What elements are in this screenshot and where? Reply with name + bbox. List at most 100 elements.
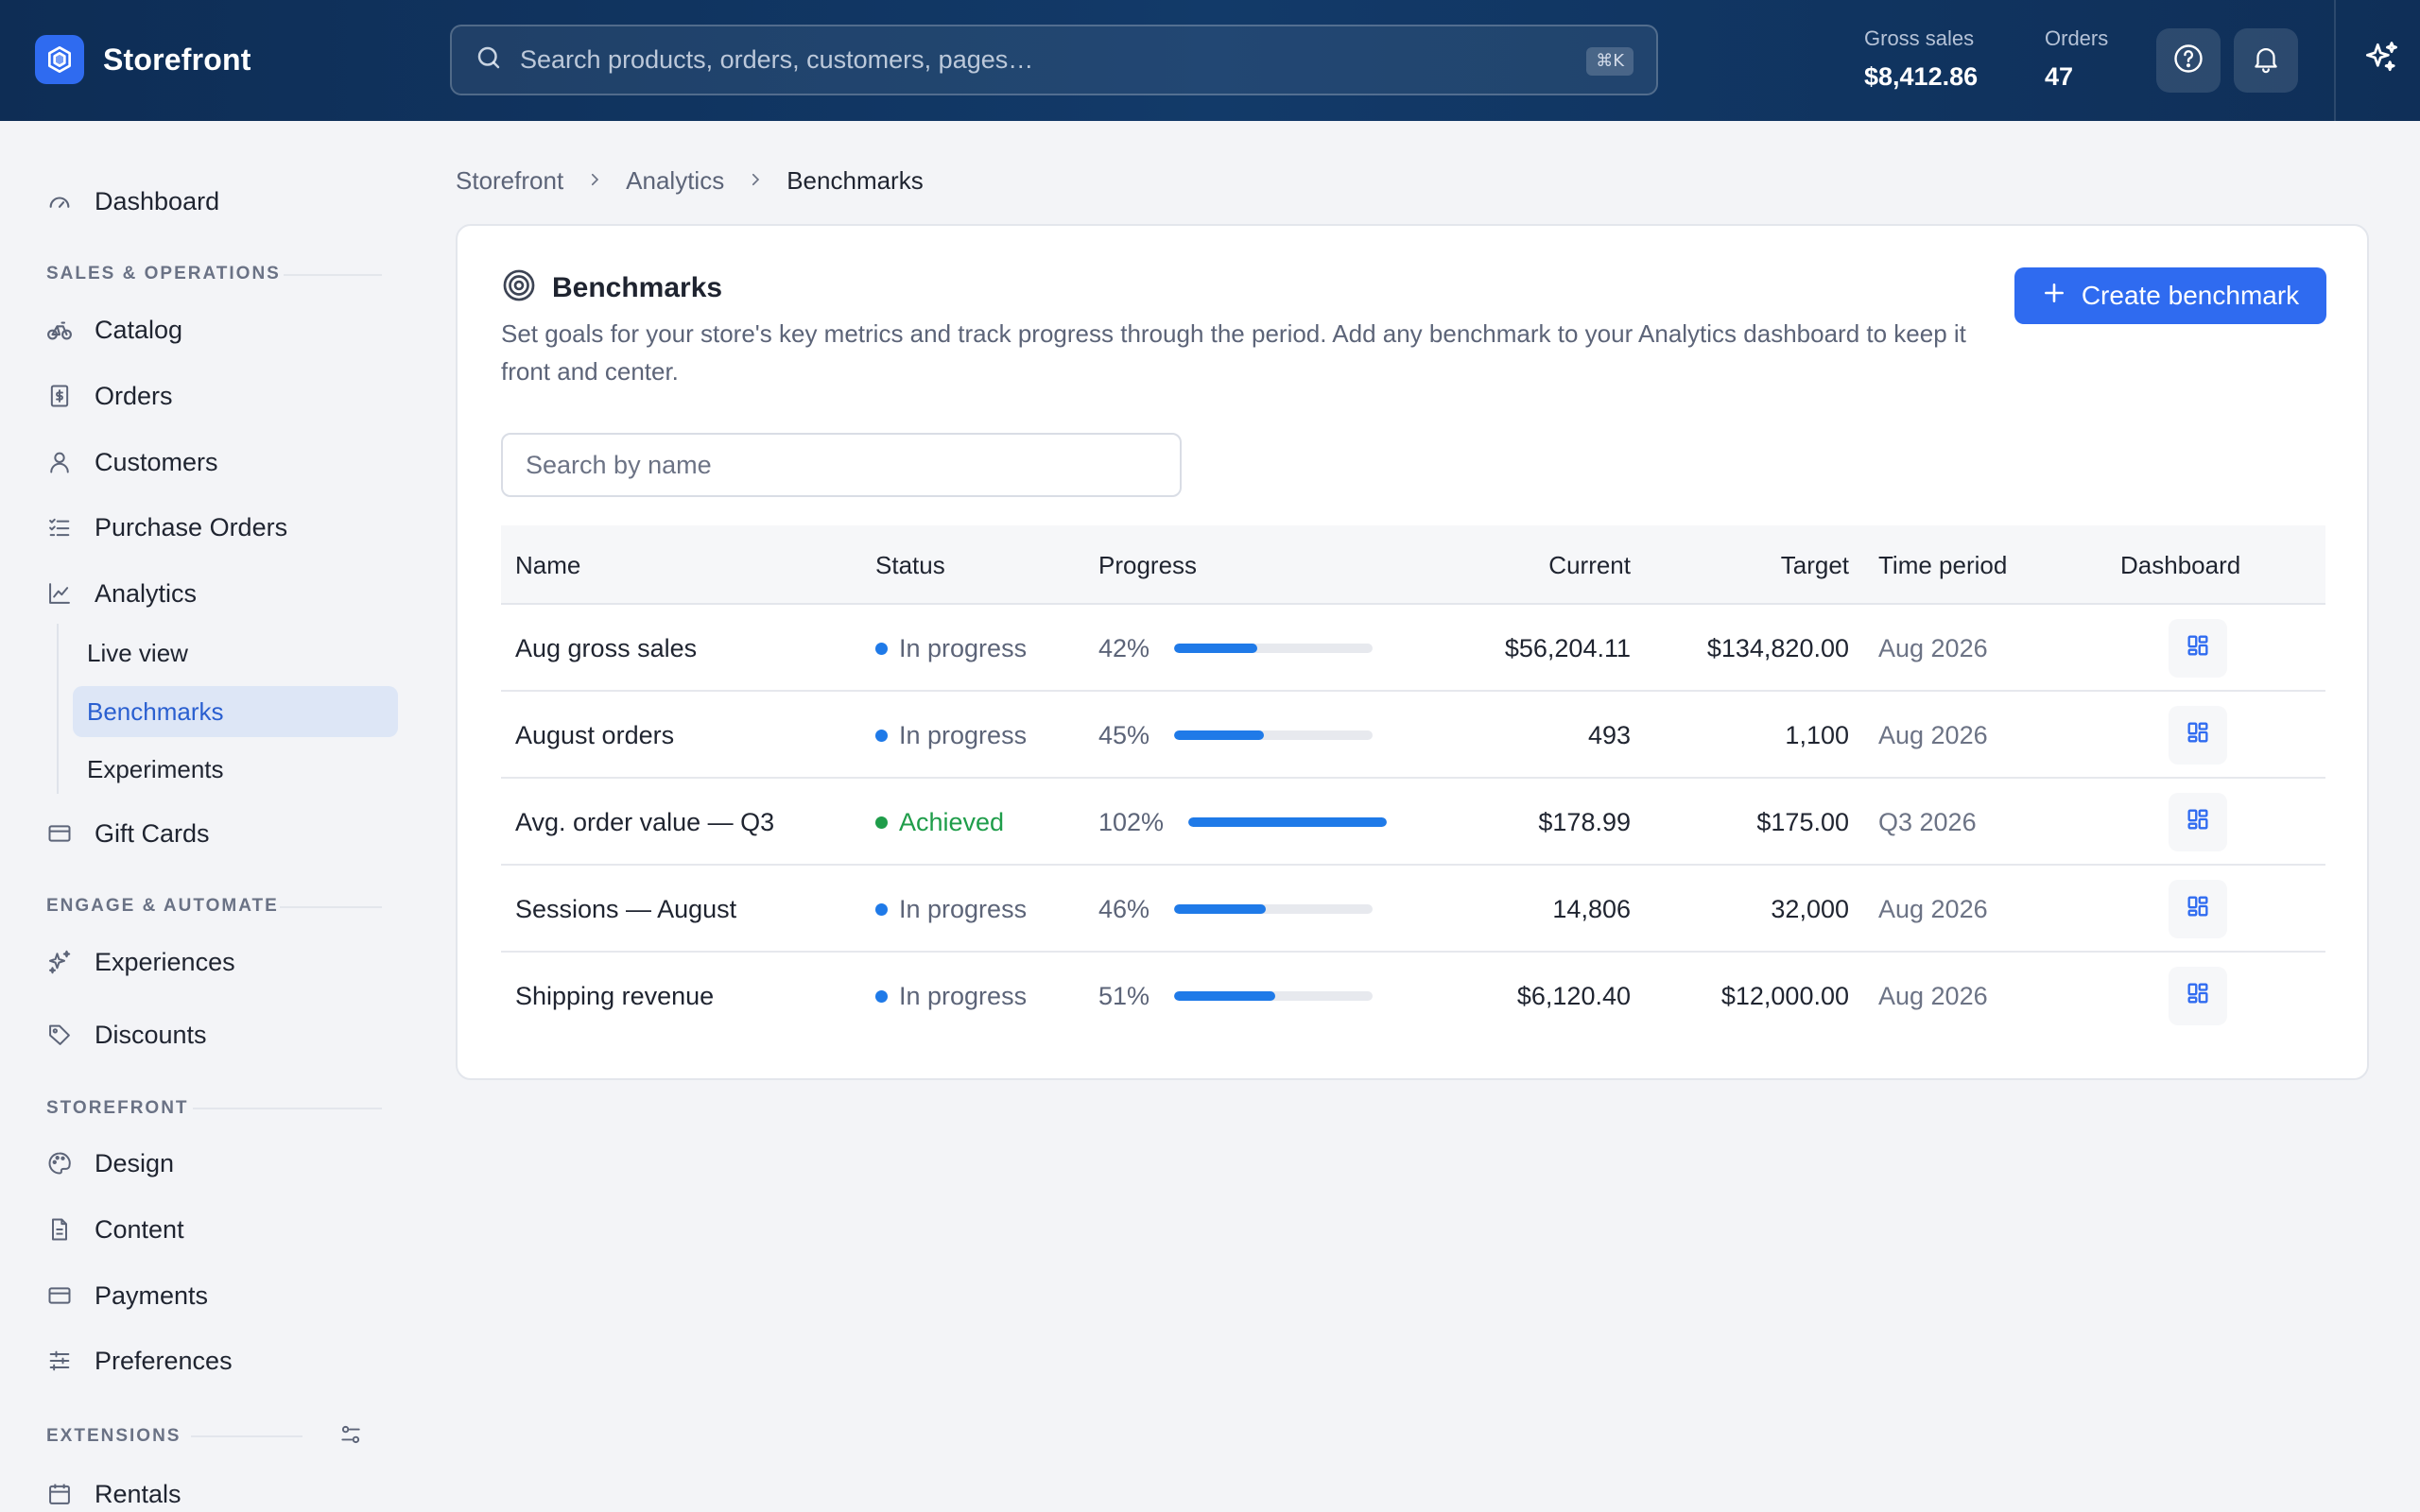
sidebar-item-payments[interactable]: Payments <box>45 1275 208 1316</box>
gross-sales-value: $8,412.86 <box>1864 62 1979 91</box>
add-to-dashboard-button[interactable] <box>2169 967 2227 1025</box>
sidebar-item-label: Dashboard <box>95 186 220 215</box>
add-to-dashboard-button[interactable] <box>2169 706 2227 765</box>
checklist-icon <box>45 513 74 541</box>
progress-bar <box>1174 904 1374 914</box>
benchmark-name[interactable]: Shipping revenue <box>515 953 714 1040</box>
progress-percent: 45% <box>1098 720 1150 749</box>
sidebar-item-dashboard[interactable]: Dashboard <box>45 180 219 222</box>
column-header-time-period[interactable]: Time period <box>1878 525 2007 605</box>
status-badge: In progress <box>875 605 1027 692</box>
progress: 45% <box>1098 692 1374 779</box>
sidebar-item-analytics[interactable]: Analytics <box>45 573 197 614</box>
add-to-dashboard-button[interactable] <box>2169 880 2227 938</box>
user-icon <box>45 448 74 476</box>
current-value: 493 <box>1587 720 1631 749</box>
sparkle-icon <box>45 948 74 976</box>
target-value: 1,100 <box>1785 720 1849 749</box>
add-to-dashboard-button[interactable] <box>2169 793 2227 851</box>
progress-bar-fill <box>1174 904 1266 914</box>
sidebar-subitem-benchmarks[interactable]: Benchmarks <box>73 686 398 737</box>
card-header: Benchmarks <box>501 267 722 308</box>
dashboard-grid-icon <box>2185 719 2211 752</box>
chevron-right-icon <box>586 168 603 195</box>
extensions-settings-button[interactable] <box>338 1422 363 1447</box>
help-button[interactable] <box>2156 28 2221 93</box>
table-body: Aug gross sales In progress 42% $56,204.… <box>501 605 2325 1040</box>
breadcrumb-storefront[interactable]: Storefront <box>456 166 563 196</box>
column-header-target[interactable]: Target <box>1781 525 1849 605</box>
sidebar-item-orders[interactable]: Orders <box>45 375 173 417</box>
sidebar-subitem-live-view[interactable]: Live view <box>73 627 398 679</box>
gross-sales-label: Gross sales <box>1864 26 1975 50</box>
topbar-divider <box>2334 0 2336 121</box>
column-header-status[interactable]: Status <box>875 525 945 605</box>
sidebar-item-rentals[interactable]: Rentals <box>45 1473 182 1512</box>
sidebar-item-catalog[interactable]: Catalog <box>45 309 182 351</box>
table-row[interactable]: Avg. order value — Q3 Achieved 102% $178… <box>501 779 2325 866</box>
add-to-dashboard-button[interactable] <box>2169 619 2227 678</box>
sidebar-item-label: Analytics <box>95 578 198 608</box>
status-dot <box>875 902 888 916</box>
table-row[interactable]: Sessions — August In progress 46% 14,806… <box>501 866 2325 953</box>
section-divider <box>284 274 382 276</box>
benchmark-name[interactable]: August orders <box>515 692 674 779</box>
section-storefront: STOREFRONT <box>46 1098 189 1118</box>
brand[interactable]: Storefront <box>35 35 251 84</box>
table-row[interactable]: Aug gross sales In progress 42% $56,204.… <box>501 605 2325 692</box>
progress-bar-fill <box>1174 644 1258 653</box>
current-value: 14,806 <box>1552 894 1631 923</box>
sidebar-item-customers[interactable]: Customers <box>45 441 218 483</box>
sidebar-subitem-experiments[interactable]: Experiments <box>73 744 398 795</box>
sidebar-item-experiences[interactable]: Experiences <box>45 941 235 983</box>
time-period: Aug 2026 <box>1878 981 1988 1010</box>
dashboard-grid-icon <box>2185 980 2211 1013</box>
notifications-button[interactable] <box>2234 28 2298 93</box>
sliders-icon <box>45 1347 74 1375</box>
sidebar-item-discounts[interactable]: Discounts <box>45 1014 207 1056</box>
section-divider <box>193 1108 382 1109</box>
table-row[interactable]: August orders In progress 45% 493 1,100 … <box>501 692 2325 779</box>
gauge-icon <box>45 187 74 215</box>
section-divider <box>191 1435 302 1437</box>
progress-bar-fill <box>1188 817 1388 827</box>
sidebar-item-design[interactable]: Design <box>45 1143 174 1184</box>
breadcrumb-current: Benchmarks <box>786 166 924 195</box>
submenu-rail <box>57 624 59 794</box>
benchmark-search-input[interactable] <box>501 433 1182 497</box>
benchmark-name[interactable]: Sessions — August <box>515 866 736 953</box>
breadcrumb-analytics[interactable]: Analytics <box>626 166 724 196</box>
page-title: Benchmarks <box>552 271 723 303</box>
benchmark-name[interactable]: Aug gross sales <box>515 605 697 692</box>
card-icon <box>45 819 74 848</box>
dashboard-grid-icon <box>2185 632 2211 665</box>
assistant-button[interactable] <box>2353 32 2410 89</box>
target-value: $12,000.00 <box>1720 981 1849 1010</box>
sidebar-item-label: Design <box>95 1148 175 1177</box>
time-period: Aug 2026 <box>1878 720 1988 749</box>
sidebar-item-gift-cards[interactable]: Gift Cards <box>45 813 210 854</box>
sidebar-item-label: Gift Cards <box>95 818 210 848</box>
document-icon <box>45 1215 74 1244</box>
create-benchmark-button[interactable]: Create benchmark <box>2014 267 2326 324</box>
sidebar-item-purchase-orders[interactable]: Purchase Orders <box>45 507 287 548</box>
column-header-current[interactable]: Current <box>1548 525 1631 605</box>
table-row[interactable]: Shipping revenue In progress 51% $6,120.… <box>501 953 2325 1040</box>
progress-bar <box>1188 817 1388 827</box>
sidebar-item-content[interactable]: Content <box>45 1209 184 1250</box>
page-description: Set goals for your store's key metrics a… <box>501 319 1966 386</box>
column-header-name[interactable]: Name <box>515 525 580 605</box>
filter-icon <box>338 1425 363 1451</box>
progress-bar-fill <box>1174 991 1276 1001</box>
status-dot <box>875 816 888 829</box>
storefront-logo-icon <box>35 35 84 84</box>
progress-bar <box>1174 644 1374 653</box>
current-value: $56,204.11 <box>1504 633 1631 662</box>
tag-icon <box>45 1021 74 1049</box>
benchmark-name[interactable]: Avg. order value — Q3 <box>515 779 774 866</box>
global-search-input[interactable]: Search products, orders, customers, page… <box>450 25 1658 95</box>
sidebar-item-preferences[interactable]: Preferences <box>45 1340 233 1382</box>
target-value: $175.00 <box>1756 807 1849 836</box>
column-header-progress[interactable]: Progress <box>1098 525 1197 605</box>
sidebar-item-label: Experiences <box>95 947 235 976</box>
